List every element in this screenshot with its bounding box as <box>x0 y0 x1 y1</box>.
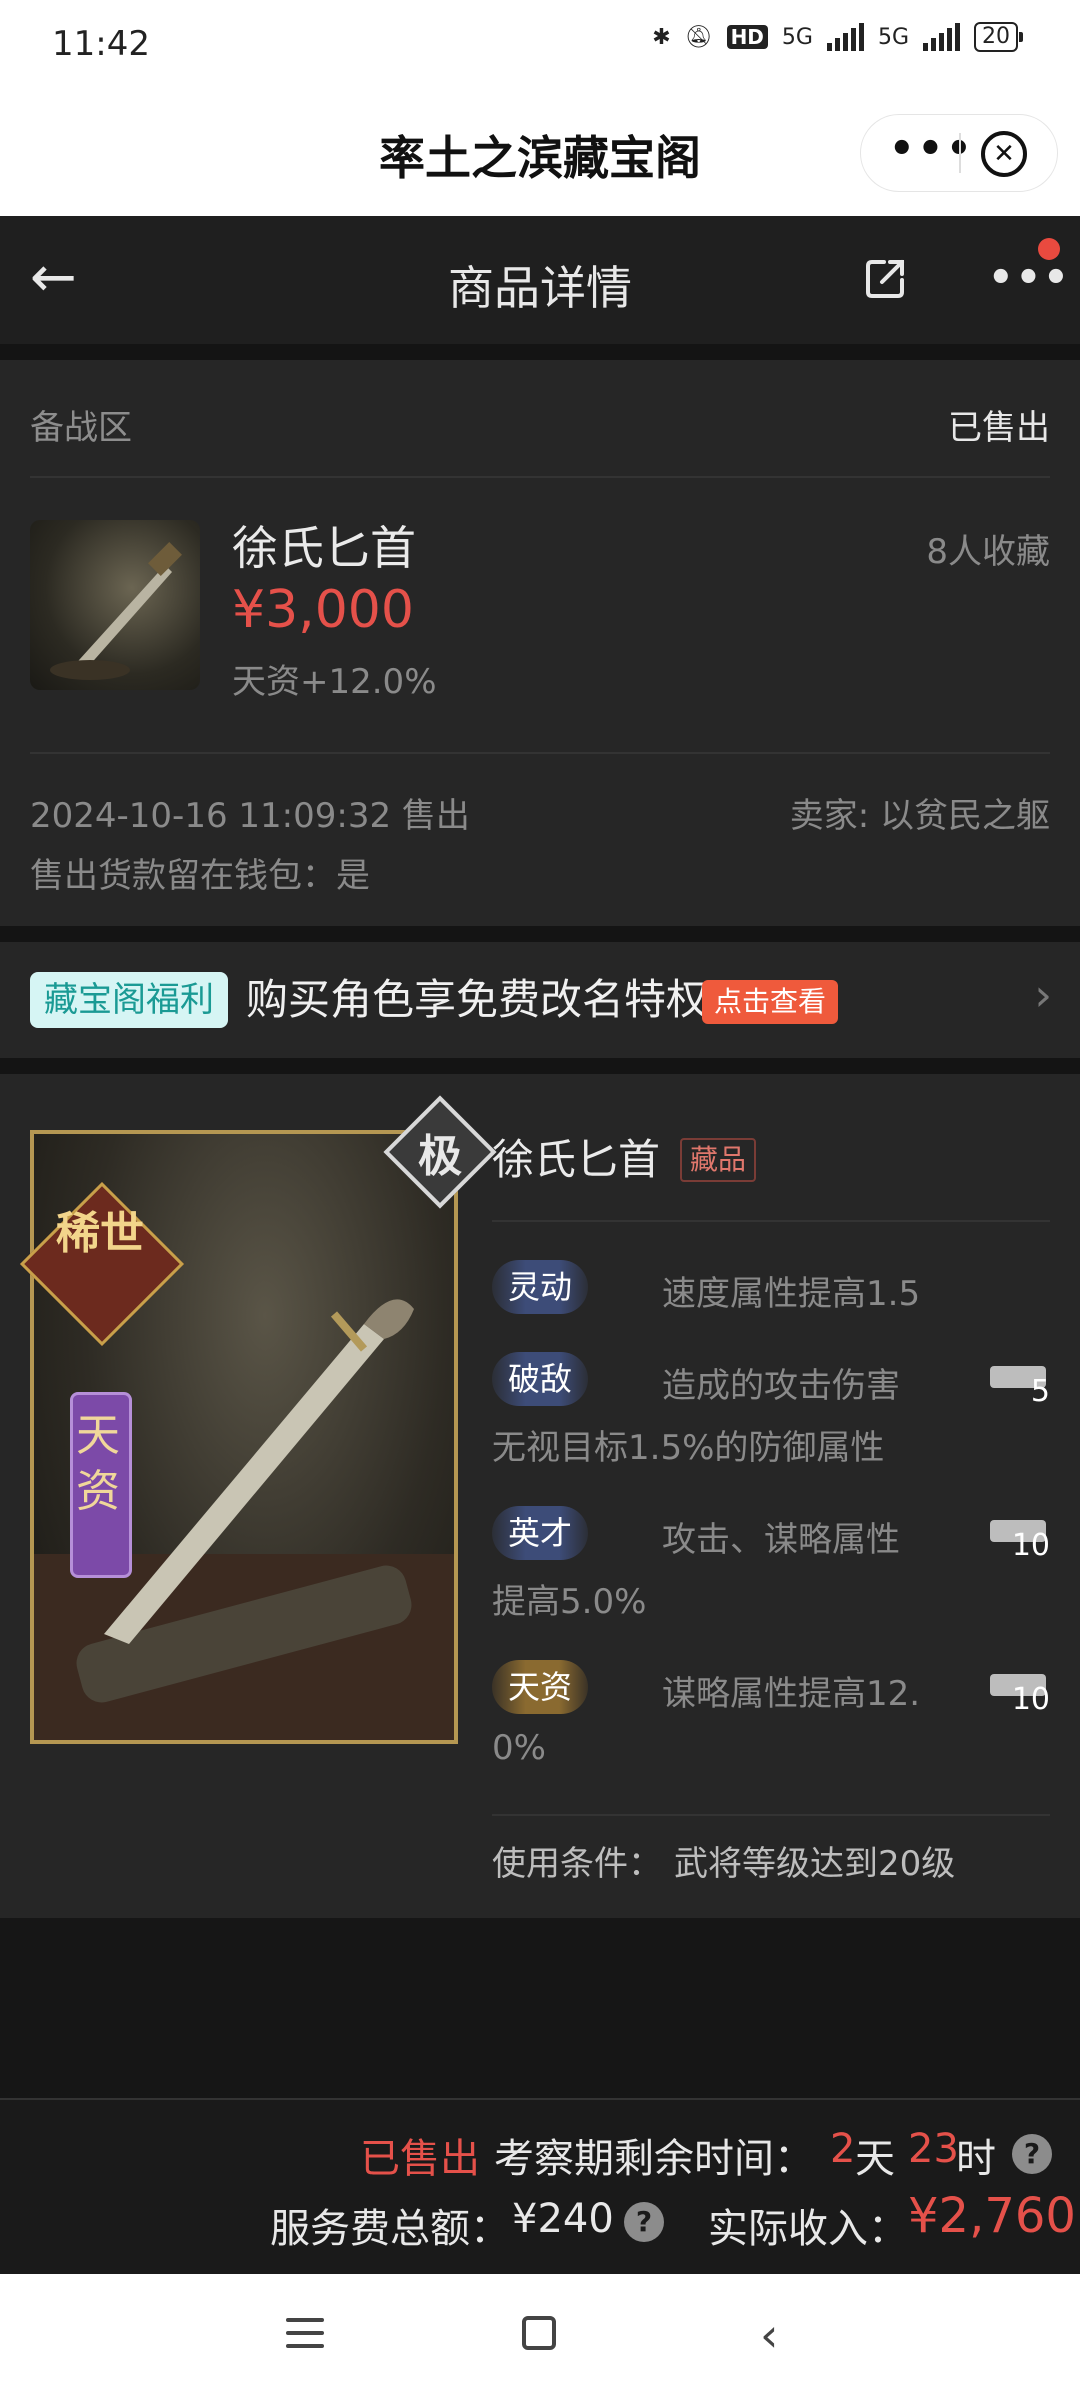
mini-program-header: 率土之滨藏宝阁 ••• ✕ <box>0 92 1080 216</box>
home-icon[interactable] <box>522 2316 556 2350</box>
promo-badge: 藏宝阁福利 <box>30 972 228 1028</box>
seller-name[interactable]: 卖家: 以贫民之躯 <box>790 788 1050 837</box>
network-label: 5G <box>781 24 813 50</box>
help-icon[interactable]: ? <box>624 2202 664 2242</box>
skill-name: 破敌 <box>492 1352 588 1406</box>
item-name: 徐氏匕首 <box>232 521 416 575</box>
review-period-label: 考察期剩余时间： <box>494 2136 814 2182</box>
share-icon[interactable] <box>862 254 910 302</box>
skill-description: 速度属性提高1.5 <box>662 1274 921 1314</box>
divider-band <box>0 926 1080 942</box>
condition-label: 使用条件： <box>492 1844 662 1884</box>
skill-description: 谋略属性提高12. <box>662 1674 921 1714</box>
income-label: 实际收入： <box>708 2206 908 2252</box>
bottom-summary-bar <box>0 2098 1080 2276</box>
skill-level: 10 <box>1011 1528 1050 1563</box>
skill-level-badge: 10 <box>990 1514 1050 1563</box>
grade-label: 极 <box>418 1131 462 1182</box>
skill-name: 天资 <box>492 1660 588 1714</box>
detail-item-name: 徐氏匕首 <box>492 1135 661 1184</box>
condition-value: 武将等级达到20级 <box>674 1844 956 1884</box>
capsule-divider <box>959 133 961 173</box>
skill-level-badge: 5 <box>990 1360 1050 1409</box>
network-label-2: 5G <box>877 24 909 50</box>
capsule-menu: ••• ✕ <box>860 114 1058 192</box>
close-icon[interactable]: ✕ <box>981 131 1027 177</box>
empty-area <box>0 1918 1080 2098</box>
divider-band <box>0 1058 1080 1074</box>
item-thumbnail[interactable] <box>30 520 200 690</box>
chevron-right-icon[interactable]: › <box>1034 970 1052 1021</box>
promo-text: 购买角色享免费改名特权 <box>246 975 709 1024</box>
status-icons: ✱ 🔕︎ HD 5G 5G 20 <box>652 22 1023 52</box>
skill-description-cont: 无视目标1.5%的防御属性 <box>492 1428 885 1468</box>
divider <box>30 476 1050 478</box>
remaining-hours: 23 <box>908 2126 959 2172</box>
skill-description-cont: 提高5.0% <box>492 1582 647 1622</box>
skill-description: 造成的攻击伤害 <box>662 1366 900 1406</box>
service-fee-label: 服务费总额： <box>270 2206 510 2252</box>
divider <box>492 1220 1050 1222</box>
days-unit: 天 <box>855 2136 895 2182</box>
more-dots-icon[interactable]: ••• <box>889 129 975 169</box>
dagger-thumbnail-image <box>50 542 182 680</box>
skill-name: 灵动 <box>492 1260 588 1314</box>
page-nav-bar: ← 商品详情 ••• <box>0 216 1080 344</box>
collectible-tag: 藏品 <box>680 1138 757 1182</box>
signal-icon-2 <box>923 23 960 51</box>
bluetooth-icon: ✱ <box>652 24 671 50</box>
skill-level: 10 <box>1011 1682 1050 1717</box>
item-attribute: 天资+12.0% <box>232 662 437 702</box>
sold-time: 2024-10-16 11:09:32 售出 <box>30 796 470 836</box>
signal-icon <box>826 23 864 51</box>
sold-status: 已售出 <box>948 408 1050 448</box>
promo-view-button[interactable]: 点击查看 <box>702 980 839 1024</box>
divider <box>30 752 1050 754</box>
skill-level: 5 <box>1030 1374 1050 1409</box>
skill-description-cont: 0% <box>492 1728 546 1768</box>
rarity-label: 稀世 <box>56 1208 144 1259</box>
system-nav-bar: ‹ <box>0 2274 1080 2400</box>
battery-icon: 20 <box>974 22 1023 52</box>
divider <box>492 1814 1050 1816</box>
help-icon[interactable]: ? <box>1012 2134 1052 2174</box>
skill-description: 攻击、谋略属性 <box>662 1520 900 1560</box>
status-bar: 11:42 ✱ 🔕︎ HD 5G 5G 20 <box>0 0 1080 92</box>
talent-tag-label: 天资 <box>76 1410 120 1517</box>
item-price: ¥3,000 <box>232 580 414 640</box>
hours-unit: 时 <box>956 2136 996 2182</box>
skill-name: 英才 <box>492 1506 588 1560</box>
wallet-note: 售出货款留在钱包：是 <box>30 856 370 896</box>
zone-label: 备战区 <box>30 408 132 448</box>
remaining-days: 2 <box>830 2126 856 2172</box>
mute-icon: 🔕︎ <box>684 24 713 50</box>
hd-icon: HD <box>726 25 768 49</box>
status-time: 11:42 <box>52 24 150 64</box>
notification-dot <box>1038 238 1060 260</box>
service-fee-value: ¥240 <box>512 2196 614 2242</box>
income-value: ¥2,760 <box>908 2188 1076 2244</box>
more-icon[interactable]: ••• <box>988 258 1071 298</box>
recent-apps-icon[interactable] <box>286 2318 324 2357</box>
page-title: 商品详情 <box>448 261 632 315</box>
divider-band <box>0 344 1080 360</box>
favorites-count: 8人收藏 <box>926 532 1050 572</box>
sold-status-bottom: 已售出 <box>360 2136 480 2182</box>
system-back-icon[interactable]: ‹ <box>760 2308 778 2362</box>
skill-level-badge: 10 <box>990 1668 1050 1717</box>
